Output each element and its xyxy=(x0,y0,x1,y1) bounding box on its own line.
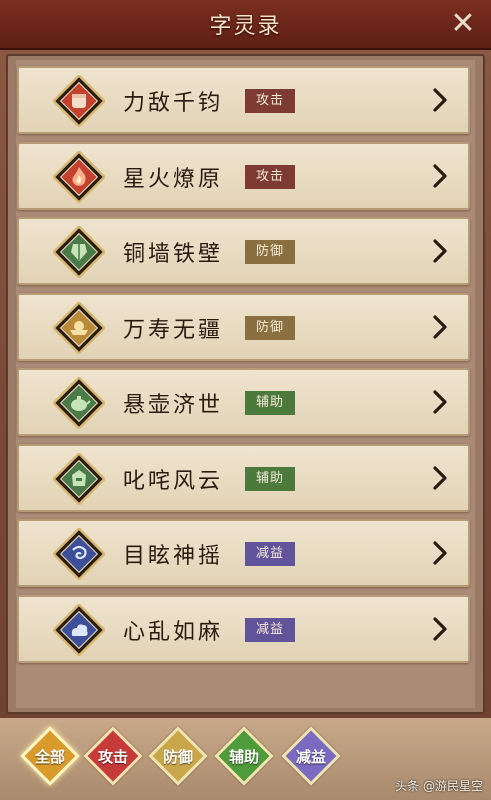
skill-type-badge: 攻击 xyxy=(245,164,295,189)
chevron-right-icon[interactable] xyxy=(430,539,450,567)
skill-name: 心乱如麻 xyxy=(123,619,224,645)
close-button[interactable]: ✕ xyxy=(445,6,481,42)
filter-label: 攻击 xyxy=(97,748,128,766)
teapot-icon xyxy=(51,375,107,431)
watermark: 头条 @游民星空 xyxy=(395,779,483,793)
skill-row[interactable]: 力敌千钧 攻击 xyxy=(17,66,470,134)
chevron-right-icon[interactable] xyxy=(430,162,450,190)
skill-name: 力敌千钧 xyxy=(123,91,224,116)
skill-name: 铜墙铁壁 xyxy=(123,242,224,267)
chevron-right-icon[interactable] xyxy=(430,86,450,114)
fist-icon xyxy=(51,73,107,129)
filter-button[interactable]: 全部 xyxy=(20,726,80,786)
skill-row[interactable]: 铜墙铁壁 防御 xyxy=(17,217,470,285)
skill-row[interactable]: 星火燎原 攻击 xyxy=(17,141,470,210)
skill-type-badge: 攻击 xyxy=(245,89,295,113)
filter-label: 减益 xyxy=(295,748,326,766)
skill-type-badge: 辅助 xyxy=(245,466,295,491)
filter-label: 全部 xyxy=(34,748,65,766)
skill-type-badge: 减益 xyxy=(245,617,295,642)
cloud-icon xyxy=(51,602,107,657)
filter-label: 辅助 xyxy=(228,748,259,766)
swirl-icon xyxy=(51,526,107,582)
chevron-right-icon[interactable] xyxy=(430,464,450,492)
skill-name: 悬壶济世 xyxy=(123,393,224,418)
skill-name: 万寿无疆 xyxy=(123,317,224,343)
skill-name: 目眩神摇 xyxy=(123,544,224,569)
skill-type-badge: 防御 xyxy=(245,315,295,340)
title-bar: 字灵录 ✕ xyxy=(0,0,491,50)
skill-row[interactable]: 万寿无疆 防御 xyxy=(17,292,470,361)
skill-name: 叱咤风云 xyxy=(123,468,224,494)
skill-type-badge: 辅助 xyxy=(245,391,295,415)
filter-label: 防御 xyxy=(162,748,193,766)
filter-button[interactable]: 减益 xyxy=(281,726,341,786)
skill-type-badge: 减益 xyxy=(245,542,295,566)
skill-row[interactable]: 悬壶济世 辅助 xyxy=(17,368,470,436)
armor-icon xyxy=(51,224,107,280)
fire-icon xyxy=(51,149,107,204)
panel-title: 字灵录 xyxy=(209,14,282,39)
chevron-right-icon[interactable] xyxy=(430,237,450,265)
skill-row[interactable]: 叱咤风云 辅助 xyxy=(17,443,470,512)
ingot-icon xyxy=(51,300,107,355)
chevron-right-icon[interactable] xyxy=(430,388,450,416)
skill-row[interactable]: 目眩神摇 减益 xyxy=(17,519,470,587)
chevron-right-icon[interactable] xyxy=(430,615,450,643)
close-icon: ✕ xyxy=(450,6,476,41)
filter-button[interactable]: 攻击 xyxy=(83,726,143,786)
filter-button[interactable]: 辅助 xyxy=(214,726,274,786)
helmet-icon xyxy=(51,451,107,506)
chevron-right-icon[interactable] xyxy=(430,313,450,341)
filter-button[interactable]: 防御 xyxy=(148,726,208,786)
skill-row[interactable]: 心乱如麻 减益 xyxy=(17,594,470,663)
skill-panel: 字灵录 ✕ 力敌千钧 攻击 星火燎原 攻击 铜墙铁壁 防御 万寿无疆 防御 悬壶济世 辅助… xyxy=(0,0,491,800)
skill-name: 星火燎原 xyxy=(123,166,224,192)
skill-type-badge: 防御 xyxy=(245,240,295,264)
